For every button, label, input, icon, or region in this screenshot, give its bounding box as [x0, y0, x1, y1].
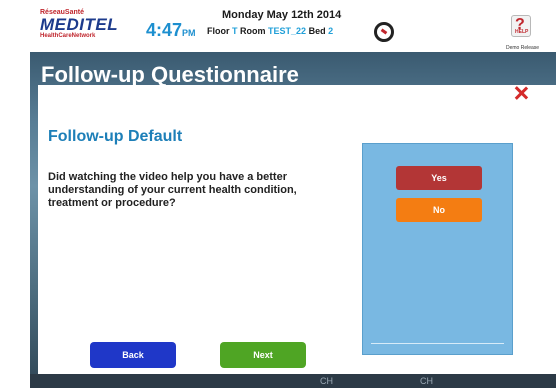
floor-value: T — [232, 26, 238, 36]
logo-subtitle: HealthCareNetwork — [40, 33, 96, 39]
bed-label: Bed — [308, 26, 326, 36]
dial-icon[interactable] — [374, 22, 394, 42]
back-button[interactable]: Back — [90, 342, 176, 368]
next-button[interactable]: Next — [220, 342, 306, 368]
room-label: Room — [240, 26, 266, 36]
close-icon[interactable] — [514, 86, 528, 100]
date-display: Monday May 12th 2014 — [222, 9, 342, 21]
strip-text-left: CH — [320, 376, 333, 386]
help-label: HELP — [515, 29, 529, 35]
meditel-logo: RéseauSanté MEDITEL HealthCareNetwork — [40, 9, 120, 39]
question-text: Did watching the video help you have a b… — [48, 171, 297, 209]
help-button[interactable]: ? HELP — [511, 15, 531, 37]
clock-time: 4:47 — [146, 20, 183, 40]
clock-ampm: PM — [182, 28, 196, 38]
background-strip: CH CH — [30, 374, 556, 388]
strip-text-right: CH — [420, 376, 433, 386]
modal-title: Follow-up Default — [48, 128, 183, 145]
room-value: TEST_22 — [268, 26, 307, 36]
header-bar: RéseauSanté MEDITEL HealthCareNetwork 4:… — [0, 0, 556, 52]
yes-button[interactable]: Yes — [396, 166, 482, 190]
location-line: Floor T Room TEST_22 Bed 2 — [207, 26, 333, 36]
logo-brand: MEDITEL — [40, 15, 119, 34]
demo-release-label: Demo Release — [506, 45, 540, 51]
clock: 4:47PM — [146, 20, 196, 41]
no-button[interactable]: No — [396, 198, 482, 222]
bed-value: 2 — [328, 26, 334, 36]
floor-label: Floor — [207, 26, 230, 36]
